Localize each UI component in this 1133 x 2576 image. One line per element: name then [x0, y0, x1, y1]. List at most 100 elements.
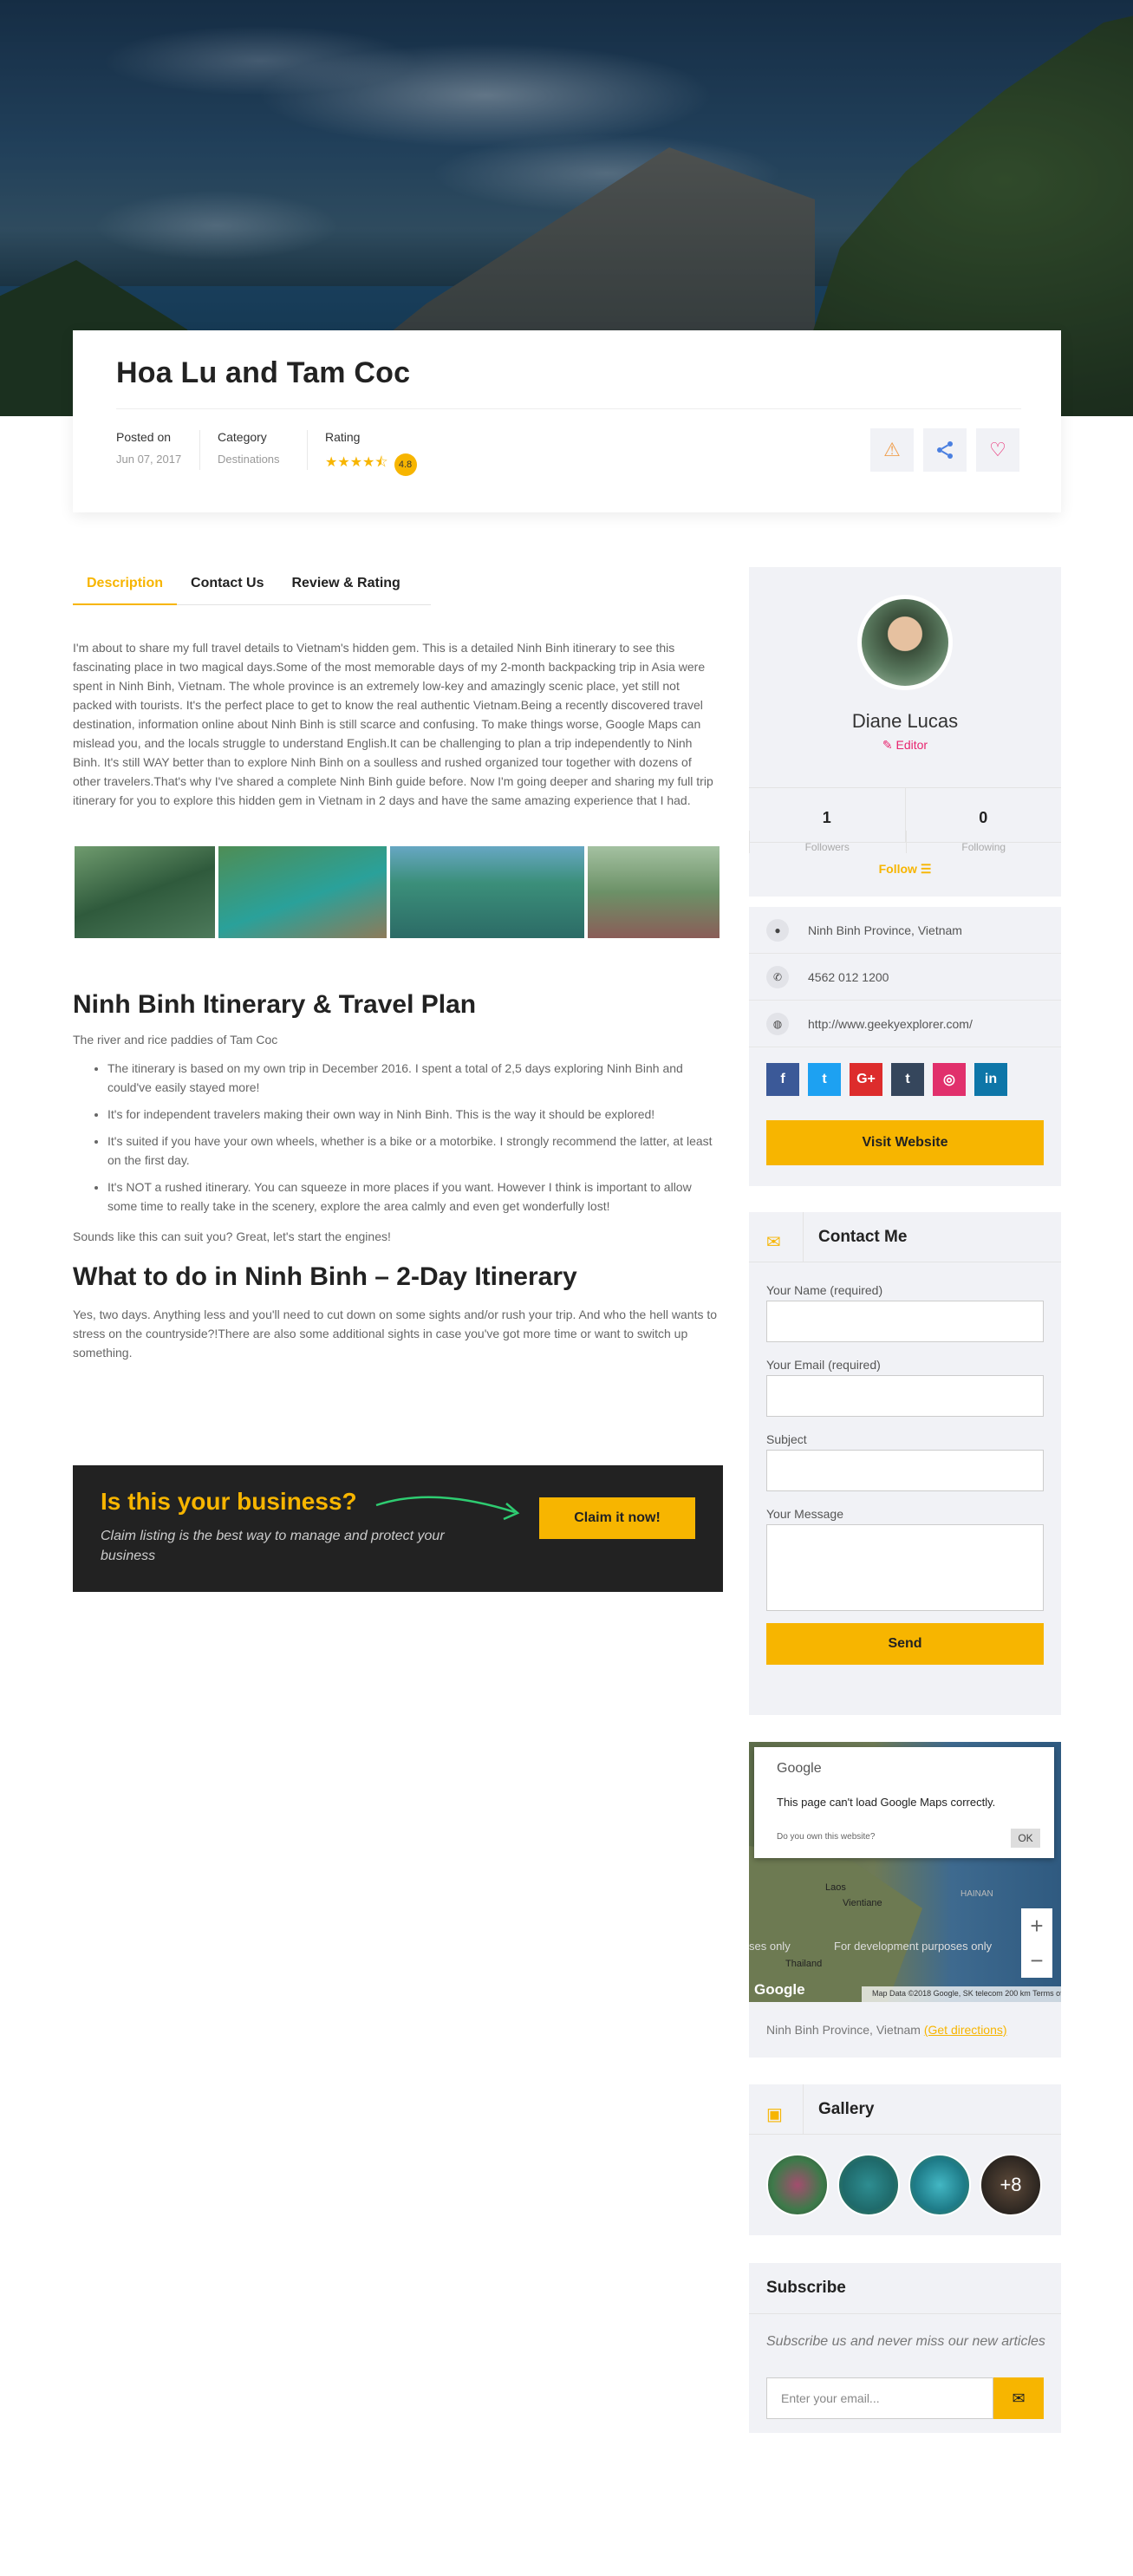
- following-label: Following: [905, 831, 1062, 853]
- gallery-thumb[interactable]: [766, 2154, 829, 2216]
- gallery-photo[interactable]: [218, 846, 387, 938]
- zoom-in-button[interactable]: +: [1021, 1908, 1052, 1943]
- posted-meta: Posted on Jun 07, 2017: [116, 430, 181, 466]
- map-error-message: This page can't load Google Maps correct…: [777, 1796, 996, 1809]
- gallery-thumb[interactable]: [837, 2154, 900, 2216]
- address-row: ● Ninh Binh Province, Vietnam: [749, 907, 1061, 954]
- role-label: Editor: [895, 738, 928, 752]
- subject-field[interactable]: [766, 1450, 1044, 1491]
- map-error-dialog: Google This page can't load Google Maps …: [754, 1747, 1054, 1858]
- author-widget: Diane Lucas ✎ Editor 1 Followers 0 Followi…: [749, 567, 1061, 897]
- camera-icon: ▣: [766, 2105, 783, 2124]
- plan-bullets: The itinerary is based on my own trip in…: [107, 1059, 718, 1223]
- subscribe-widget: Subscribe Subscribe us and never miss ou…: [749, 2263, 1061, 2433]
- map-label-thailand: Thailand: [785, 1959, 823, 1969]
- globe-icon: ◍: [766, 1012, 789, 1035]
- gallery-more-thumb[interactable]: +8: [980, 2154, 1042, 2216]
- rating-stars: ★★★★⯪ 4.8: [325, 453, 417, 476]
- todo-heading: What to do in Ninh Binh – 2-Day Itinerar…: [73, 1262, 577, 1291]
- gallery-photo[interactable]: [588, 846, 720, 938]
- rss-icon: ☰: [920, 862, 932, 876]
- subscribe-button[interactable]: ✉: [993, 2377, 1044, 2419]
- description-text: I'm about to share my full travel detail…: [73, 641, 713, 807]
- map-ok-button[interactable]: OK: [1011, 1829, 1040, 1848]
- rating-label: Rating: [325, 430, 361, 444]
- avatar[interactable]: [857, 595, 953, 690]
- follow-label: Follow: [878, 862, 917, 876]
- report-button[interactable]: ⚠: [870, 428, 914, 472]
- visit-website-button[interactable]: Visit Website: [766, 1120, 1044, 1165]
- message-field[interactable]: [766, 1524, 1044, 1611]
- gallery-thumbnails: +8: [766, 2154, 1042, 2216]
- tab-contact-us[interactable]: Contact Us: [177, 569, 277, 605]
- name-label: Your Name (required): [766, 1283, 883, 1297]
- location-icon: ●: [766, 918, 789, 942]
- tab-review-rating[interactable]: Review & Rating: [277, 569, 413, 605]
- map-own-question[interactable]: Do you own this website?: [777, 1832, 875, 1842]
- claim-business-banner: Is this your business? Claim listing is …: [73, 1465, 723, 1592]
- twitter-icon[interactable]: t: [808, 1063, 841, 1096]
- claim-button[interactable]: Claim it now!: [539, 1497, 695, 1539]
- plan-heading: Ninh Binh Itinerary & Travel Plan: [73, 990, 477, 1019]
- map-address: Ninh Binh Province, Vietnam (Get directi…: [766, 2023, 1007, 2037]
- gallery-title: Gallery: [818, 2100, 875, 2118]
- listing-tabs: Description Contact Us Review & Rating: [73, 569, 431, 605]
- facebook-icon[interactable]: f: [766, 1063, 799, 1096]
- tab-description[interactable]: Description: [73, 569, 178, 605]
- envelope-icon: ✉: [1012, 2389, 1026, 2407]
- listing-title: Hoa Lu and Tam Coc: [116, 356, 411, 389]
- linkedin-icon[interactable]: in: [974, 1063, 1007, 1096]
- contact-form-header: ✉ Contact Me: [749, 1212, 1061, 1262]
- follow-button[interactable]: Follow ☰: [749, 862, 1061, 877]
- map-label-laos: Laos: [825, 1882, 846, 1893]
- subscribe-email-input[interactable]: Enter your email...: [766, 2377, 993, 2419]
- gallery-photo[interactable]: [75, 846, 215, 938]
- map-canvas[interactable]: Laos Vientiane Thailand HAINAN ses only …: [749, 1742, 1061, 2002]
- website-link[interactable]: http://www.geekyexplorer.com/: [808, 1017, 973, 1031]
- social-links: f t G+ t ◎ in: [766, 1063, 1007, 1096]
- instagram-icon[interactable]: ◎: [933, 1063, 966, 1096]
- list-item: It's for independent travelers making th…: [107, 1105, 718, 1124]
- map-address-text: Ninh Binh Province, Vietnam: [766, 2023, 921, 2037]
- phone-text[interactable]: 4562 012 1200: [808, 970, 889, 984]
- zoom-out-button[interactable]: −: [1021, 1943, 1052, 1978]
- arrow-icon: [375, 1496, 520, 1521]
- map-label-hainan: HAINAN: [960, 1889, 993, 1899]
- map-widget: Laos Vientiane Thailand HAINAN ses only …: [749, 1742, 1061, 2058]
- gallery-header: ▣ Gallery: [749, 2084, 1061, 2135]
- category-label: Category: [218, 430, 267, 444]
- contact-info-widget: ● Ninh Binh Province, Vietnam ✆ 4562 012 1…: [749, 907, 1061, 1186]
- envelope-icon: ✉: [766, 1233, 781, 1252]
- google-plus-icon[interactable]: G+: [850, 1063, 882, 1096]
- gallery-widget: ▣ Gallery +8: [749, 2084, 1061, 2235]
- following-stat[interactable]: 0 Following: [904, 788, 1062, 853]
- share-button[interactable]: [923, 428, 967, 472]
- list-item: It's NOT a rushed itinerary. You can squ…: [107, 1177, 718, 1216]
- email-field[interactable]: [766, 1375, 1044, 1417]
- get-directions-link[interactable]: (Get directions): [924, 2023, 1007, 2037]
- list-item: It's suited if you have your own wheels,…: [107, 1131, 718, 1170]
- message-label: Your Message: [766, 1507, 843, 1521]
- photo-strip: [73, 846, 720, 940]
- author-name[interactable]: Diane Lucas: [749, 710, 1061, 733]
- gallery-photo[interactable]: [390, 846, 584, 938]
- rating-badge: 4.8: [394, 453, 417, 476]
- name-field[interactable]: [766, 1301, 1044, 1342]
- category-link[interactable]: Destinations: [218, 453, 280, 466]
- phone-icon: ✆: [766, 965, 789, 988]
- claim-text: Claim listing is the best way to manage …: [101, 1529, 445, 1563]
- map-attribution[interactable]: Map Data ©2018 Google, SK telecom 200 km…: [862, 1986, 1061, 2002]
- followers-stat[interactable]: 1 Followers: [749, 788, 905, 853]
- send-button[interactable]: Send: [766, 1623, 1044, 1665]
- rating-meta: Rating ★★★★⯪ 4.8: [307, 430, 417, 476]
- dev-watermark-left: ses only: [749, 1940, 791, 1953]
- subject-label: Subject: [766, 1432, 807, 1446]
- listing-header-card: Hoa Lu and Tam Coc Posted on Jun 07, 201…: [73, 330, 1061, 512]
- contact-form-title: Contact Me: [818, 1228, 908, 1246]
- favorite-button[interactable]: ♡: [976, 428, 1019, 472]
- follow-stats: 1 Followers 0 Following: [749, 787, 1062, 853]
- tumblr-icon[interactable]: t: [891, 1063, 924, 1096]
- star-icons: ★★★★⯪: [325, 455, 388, 470]
- gallery-thumb[interactable]: [908, 2154, 971, 2216]
- google-logo: Google: [777, 1761, 822, 1776]
